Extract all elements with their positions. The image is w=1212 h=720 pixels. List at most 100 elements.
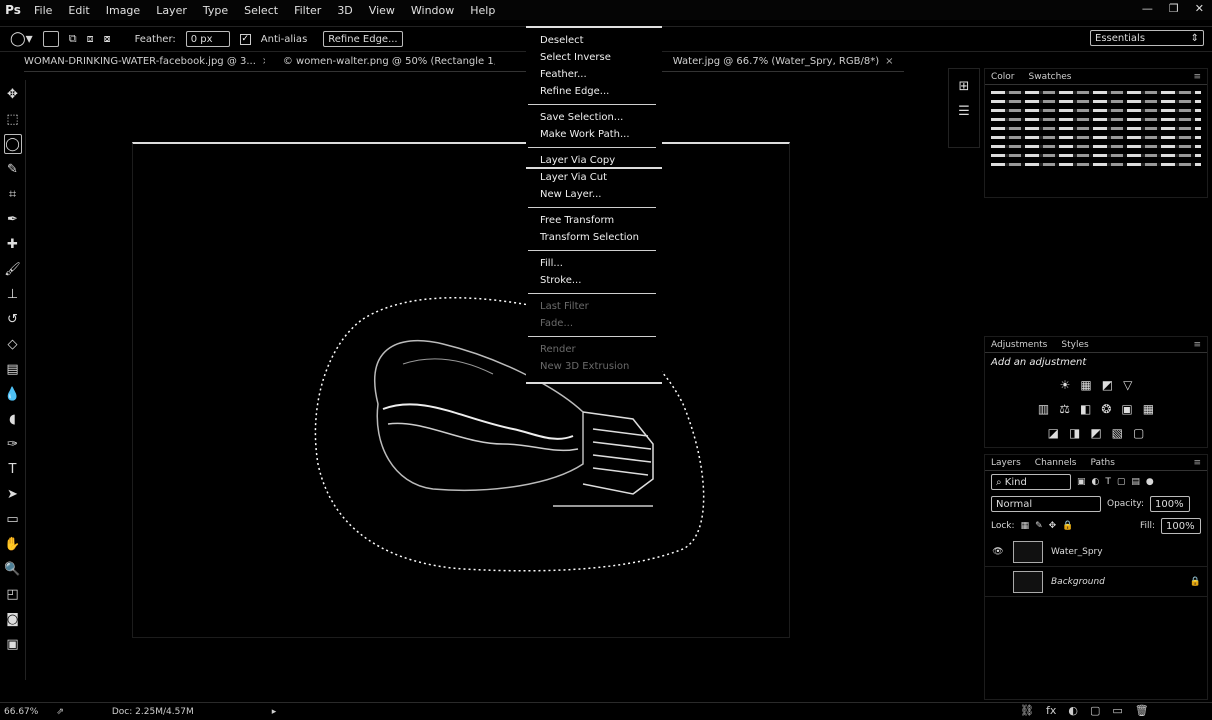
crop-tool-icon[interactable]: ⌗ [4, 184, 22, 204]
context-menu-item-feather[interactable]: Feather... [526, 66, 662, 83]
menu-select[interactable]: Select [236, 4, 286, 17]
fx-icon[interactable]: fx [1046, 704, 1056, 717]
posterize-icon[interactable]: ◨ [1069, 426, 1080, 440]
invert-icon[interactable]: ◪ [1048, 426, 1059, 440]
context-menu-item-new-layer[interactable]: New Layer... [526, 186, 662, 203]
move-tool-icon[interactable]: ✥ [4, 84, 22, 104]
context-menu-item-stroke[interactable]: Stroke... [526, 272, 662, 289]
link-layers-icon[interactable]: ⛓ [1020, 704, 1034, 717]
tab-woman-drinking-water[interactable]: WOMAN-DRINKING-WATER-facebook.jpg @ 3...… [24, 56, 265, 71]
layer-water-spry[interactable]: 👁 Water_Spry [985, 537, 1207, 567]
swatch-row[interactable] [991, 154, 1201, 157]
panel-menu-icon[interactable]: ≡ [1193, 458, 1201, 468]
filter-pixel-icon[interactable]: ▣ [1077, 477, 1086, 487]
status-menu-arrow-icon[interactable]: ▸ [272, 707, 277, 717]
hand-tool-icon[interactable]: ✋ [4, 534, 22, 554]
vibrance-icon[interactable]: ▽ [1123, 378, 1132, 392]
channel-mixer-icon[interactable]: ▣ [1121, 402, 1132, 416]
color-balance-icon[interactable]: ⚖ [1059, 402, 1070, 416]
eye-icon[interactable]: 👁 [991, 547, 1005, 557]
tab-layers[interactable]: Layers [991, 458, 1021, 468]
menu-type[interactable]: Type [195, 4, 236, 17]
swatch-row[interactable] [991, 118, 1201, 121]
lock-all-icon[interactable]: 🔒 [1062, 521, 1073, 531]
swatch-row[interactable] [991, 109, 1201, 112]
menu-3d[interactable]: 3D [329, 4, 360, 17]
brush-tool-icon[interactable]: 🖌 [4, 259, 22, 279]
menu-help[interactable]: Help [462, 4, 503, 17]
eyedropper-tool-icon[interactable]: ✒ [4, 209, 22, 229]
close-button[interactable]: ✕ [1195, 2, 1204, 15]
menu-edit[interactable]: Edit [60, 4, 97, 17]
tab-adjustments[interactable]: Adjustments [991, 340, 1047, 350]
filter-smart-icon[interactable]: ▤ [1131, 477, 1140, 487]
layer-background[interactable]: Background 🔒 [985, 567, 1207, 597]
close-icon[interactable]: × [262, 56, 265, 67]
gradient-tool-icon[interactable]: ▤ [4, 359, 22, 379]
panel-menu-icon[interactable]: ≡ [1193, 72, 1201, 82]
lock-transparent-icon[interactable]: ▦ [1021, 521, 1030, 531]
lasso-tool-preset-icon[interactable]: ◯▾ [10, 31, 33, 47]
eraser-tool-icon[interactable]: ◇ [4, 334, 22, 354]
adjustment-layer-icon[interactable]: ▢ [1090, 704, 1100, 717]
context-menu-item-select-inverse[interactable]: Select Inverse [526, 49, 662, 66]
tab-channels[interactable]: Channels [1035, 458, 1077, 468]
minimize-button[interactable]: — [1142, 2, 1153, 15]
photo-filter-icon[interactable]: ❂ [1101, 402, 1111, 416]
menu-window[interactable]: Window [403, 4, 462, 17]
blur-tool-icon[interactable]: 💧 [4, 384, 22, 404]
healing-brush-tool-icon[interactable]: ✚ [4, 234, 22, 254]
swatch-row[interactable] [991, 145, 1201, 148]
history-brush-tool-icon[interactable]: ↺ [4, 309, 22, 329]
filter-type-icon[interactable]: T [1105, 477, 1111, 487]
zoom-level[interactable]: 66.67% [4, 707, 38, 717]
share-icon[interactable]: ⇗ [56, 707, 64, 717]
antialias-checkbox[interactable]: ✓ [239, 33, 251, 45]
tab-paths[interactable]: Paths [1090, 458, 1114, 468]
curves-icon[interactable]: ◩ [1102, 378, 1113, 392]
properties-panel-icon[interactable]: ☰ [958, 104, 970, 119]
swatch-row[interactable] [991, 127, 1201, 130]
zoom-tool-icon[interactable]: 🔍 [4, 559, 22, 579]
color-swatches-icon[interactable]: ◰ [4, 584, 22, 604]
filter-shape-icon[interactable]: ▢ [1117, 477, 1126, 487]
clone-stamp-tool-icon[interactable]: ⊥ [4, 284, 22, 304]
context-menu-item-transform-selection[interactable]: Transform Selection [526, 229, 662, 246]
swatch-row[interactable] [991, 91, 1201, 94]
selection-mode-subtract-icon[interactable]: ⧈ [87, 32, 94, 46]
swatch-row[interactable] [991, 163, 1201, 166]
quick-select-tool-icon[interactable]: ✎ [4, 159, 22, 179]
menu-filter[interactable]: Filter [286, 4, 329, 17]
close-icon[interactable]: × [885, 56, 893, 67]
opacity-input[interactable]: 100% [1150, 496, 1190, 512]
trash-icon[interactable]: 🗑 [1135, 704, 1149, 717]
fill-input[interactable]: 100% [1161, 518, 1201, 534]
blend-mode-select[interactable]: Normal [991, 496, 1101, 512]
filter-adjust-icon[interactable]: ◐ [1092, 477, 1100, 487]
tab-swatches[interactable]: Swatches [1029, 72, 1072, 82]
layer-mask-icon[interactable]: ◐ [1068, 704, 1078, 717]
selection-mode-new-icon[interactable] [42, 31, 59, 47]
menu-view[interactable]: View [361, 4, 403, 17]
menu-layer[interactable]: Layer [148, 4, 195, 17]
gradient-map-icon[interactable]: ▧ [1112, 426, 1123, 440]
workspace-select[interactable]: Essentials ⇕ [1090, 30, 1204, 46]
path-selection-tool-icon[interactable]: ➤ [4, 484, 22, 504]
context-menu-item-save-selection[interactable]: Save Selection... [526, 109, 662, 126]
tab-styles[interactable]: Styles [1061, 340, 1088, 350]
shape-tool-icon[interactable]: ▭ [4, 509, 22, 529]
lock-position-icon[interactable]: ✥ [1049, 521, 1057, 531]
kind-filter-select[interactable]: ⌕ Kind [991, 474, 1071, 490]
dodge-tool-icon[interactable]: ◖ [4, 409, 22, 429]
context-menu-item-make-work-path[interactable]: Make Work Path... [526, 126, 662, 143]
context-menu-item-refine-edge[interactable]: Refine Edge... [526, 83, 662, 100]
filter-toggle-icon[interactable]: ● [1146, 477, 1154, 487]
selective-color-icon[interactable]: ▢ [1133, 426, 1144, 440]
quick-mask-icon[interactable]: ◙ [4, 609, 22, 629]
context-menu-item-deselect[interactable]: Deselect [526, 32, 662, 49]
lasso-tool-icon[interactable]: ◯ [3, 134, 22, 154]
threshold-icon[interactable]: ◩ [1090, 426, 1101, 440]
brightness-contrast-icon[interactable]: ☀ [1060, 378, 1071, 392]
tab-color[interactable]: Color [991, 72, 1015, 82]
levels-icon[interactable]: ▦ [1080, 378, 1091, 392]
